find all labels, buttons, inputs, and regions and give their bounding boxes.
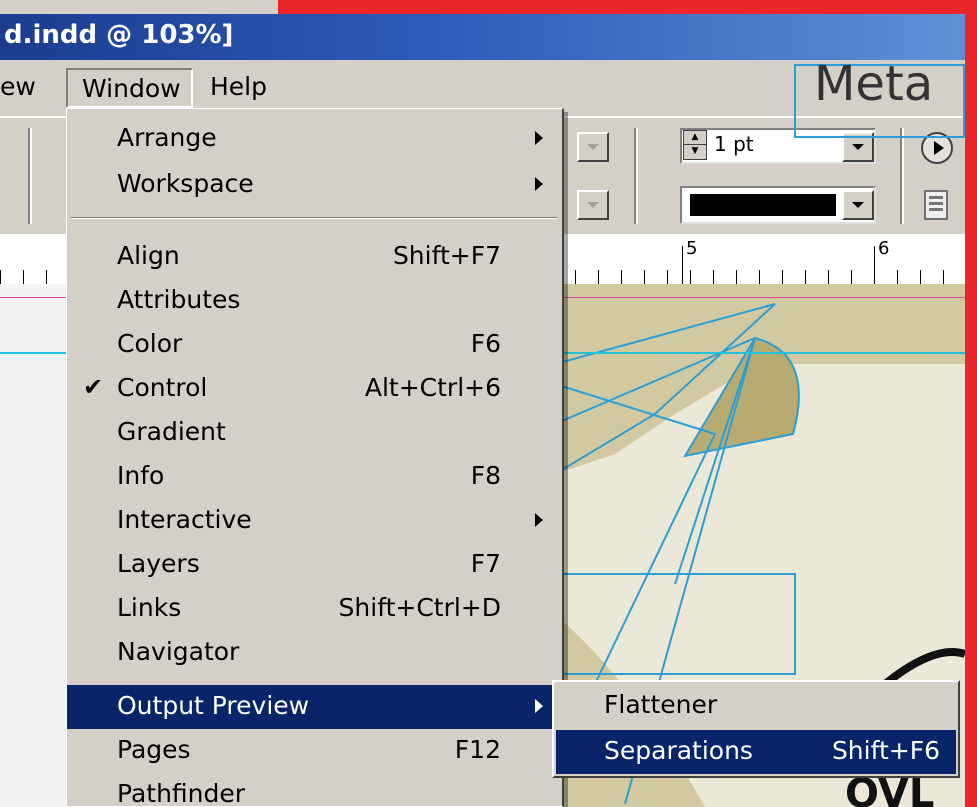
menu-item-workspace[interactable]: Workspace bbox=[67, 163, 561, 207]
menu-item-label: Attributes bbox=[117, 285, 241, 314]
menu-item-label: Pages bbox=[117, 735, 191, 764]
menu-item-label: Info bbox=[117, 461, 165, 490]
menu-item-label: Interactive bbox=[117, 505, 252, 534]
menu-item-shortcut: Shift+F7 bbox=[392, 241, 501, 270]
submenu-item-separations[interactable]: Separations Shift+F6 bbox=[556, 730, 956, 774]
output-preview-submenu: Flattener Separations Shift+F6 bbox=[552, 680, 960, 778]
dropdown-button[interactable] bbox=[577, 190, 609, 220]
menu-item-control[interactable]: ✔ Control Alt+Ctrl+6 bbox=[67, 367, 561, 411]
window-title: d.indd @ 103%] bbox=[4, 20, 234, 50]
menu-window[interactable]: Window bbox=[66, 68, 193, 108]
toolbar-separator bbox=[900, 128, 904, 224]
menu-item-output-preview[interactable]: Output Preview bbox=[67, 685, 561, 729]
menu-item-navigator[interactable]: Navigator bbox=[67, 631, 561, 675]
checkmark-icon: ✔ bbox=[83, 373, 104, 401]
frame-text: Meta bbox=[814, 56, 934, 112]
ruler-number: 5 bbox=[686, 238, 698, 259]
menu-item-label: Align bbox=[117, 241, 180, 270]
menu-item-label: Gradient bbox=[117, 417, 226, 446]
menu-item-gradient[interactable]: Gradient bbox=[67, 411, 561, 455]
red-frame-right bbox=[965, 0, 977, 807]
submenu-item-label: Separations bbox=[604, 736, 753, 765]
submenu-item-label: Flattener bbox=[604, 690, 718, 719]
menu-help[interactable]: Help bbox=[210, 72, 267, 101]
toolbar-separator bbox=[634, 128, 638, 224]
submenu-arrow-icon bbox=[535, 699, 543, 713]
stroke-type-dropdown[interactable] bbox=[842, 190, 874, 220]
menu-item-label: Arrange bbox=[117, 123, 217, 152]
window-menu-dropdown: Arrange Workspace Align Shift+F7 Attribu… bbox=[66, 108, 564, 807]
menu-item-label: Navigator bbox=[117, 637, 240, 666]
dropdown-button[interactable] bbox=[577, 132, 609, 162]
ruler-number: 6 bbox=[878, 238, 890, 259]
menu-item-attributes[interactable]: Attributes bbox=[67, 279, 561, 323]
submenu-arrow-icon bbox=[535, 131, 543, 145]
menu-item-interactive[interactable]: Interactive bbox=[67, 499, 561, 543]
toolbar-separator bbox=[28, 128, 32, 224]
menu-item-color[interactable]: Color F6 bbox=[67, 323, 561, 367]
menu-item-shortcut: F6 bbox=[470, 329, 501, 358]
menu-item-label: Pathfinder bbox=[117, 779, 246, 807]
menu-item-label: Links bbox=[117, 593, 182, 622]
menu-item-layers[interactable]: Layers F7 bbox=[67, 543, 561, 587]
menu-separator bbox=[71, 217, 557, 219]
menu-item-label: Workspace bbox=[117, 169, 254, 198]
stroke-weight-value: 1 pt bbox=[714, 132, 754, 156]
menu-item-shortcut: F7 bbox=[470, 549, 501, 578]
menu-item-shortcut: Alt+Ctrl+6 bbox=[364, 373, 501, 402]
menu-item-pathfinder[interactable]: Pathfinder bbox=[67, 773, 561, 807]
red-frame-top bbox=[278, 0, 977, 14]
menu-item-info[interactable]: Info F8 bbox=[67, 455, 561, 499]
stroke-type-swatch bbox=[690, 194, 836, 216]
menu-item-label: Color bbox=[117, 329, 183, 358]
stroke-weight-spinner[interactable]: ▲ ▼ bbox=[683, 130, 707, 160]
title-bar[interactable]: d.indd @ 103%] bbox=[0, 14, 965, 60]
menu-view[interactable]: ew bbox=[0, 72, 36, 101]
menu-item-label: Layers bbox=[117, 549, 200, 578]
menu-item-shortcut: F12 bbox=[454, 735, 501, 764]
menu-item-links[interactable]: Links Shift+Ctrl+D bbox=[67, 587, 561, 631]
menu-item-label: Control bbox=[117, 373, 208, 402]
submenu-item-flattener[interactable]: Flattener bbox=[556, 684, 956, 728]
submenu-item-shortcut: Shift+F6 bbox=[831, 736, 940, 765]
ruler-major-tick bbox=[874, 246, 875, 284]
menu-item-shortcut: Shift+Ctrl+D bbox=[338, 593, 501, 622]
menu-item-arrange[interactable]: Arrange bbox=[67, 117, 561, 161]
submenu-arrow-icon bbox=[535, 177, 543, 191]
ruler-major-tick bbox=[682, 246, 683, 284]
menu-item-align[interactable]: Align Shift+F7 bbox=[67, 235, 561, 279]
submenu-arrow-icon bbox=[535, 513, 543, 527]
menu-item-label: Output Preview bbox=[117, 691, 310, 720]
menu-item-shortcut: F8 bbox=[470, 461, 501, 490]
text-frame-options-icon[interactable] bbox=[924, 190, 948, 220]
menu-item-pages[interactable]: Pages F12 bbox=[67, 729, 561, 773]
